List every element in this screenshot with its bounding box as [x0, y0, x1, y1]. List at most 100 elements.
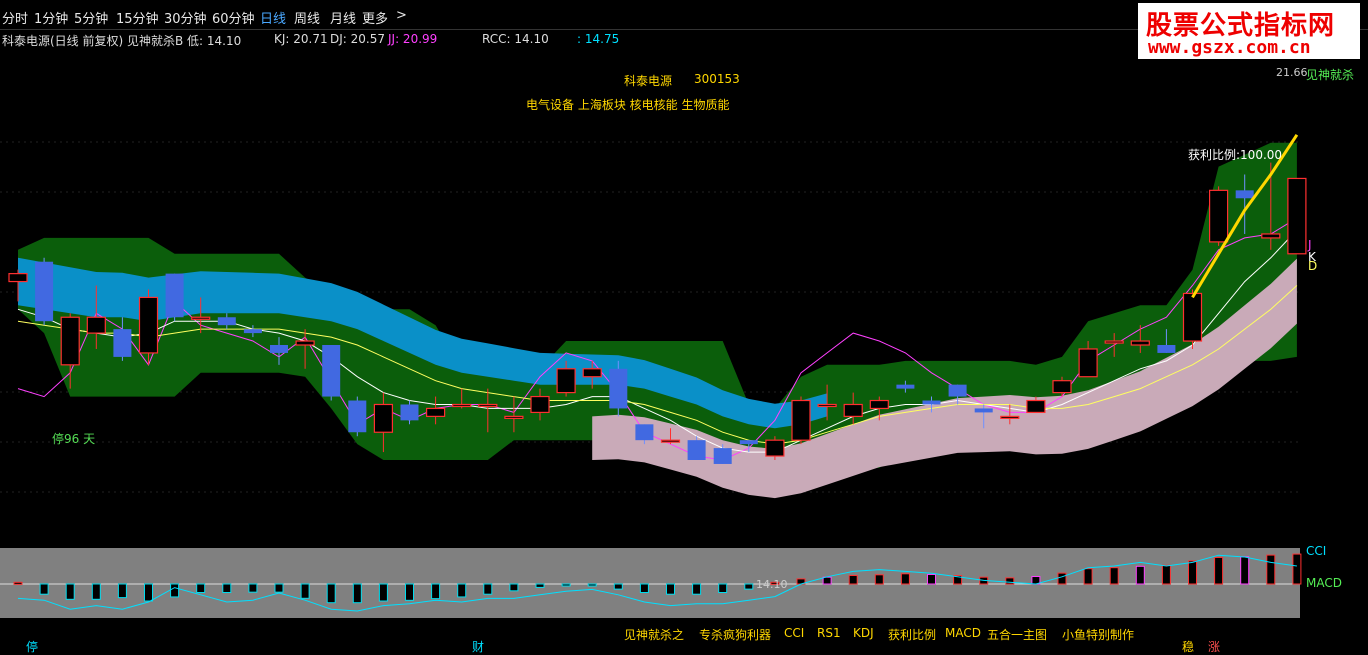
extra-value: : 14.75	[577, 32, 620, 46]
candle-body-42	[1104, 340, 1124, 344]
candle-body-11	[295, 340, 315, 346]
macd-bar-17	[457, 583, 467, 598]
period-tab-5[interactable]: 60分钟	[212, 8, 255, 27]
macd-bar-31	[822, 576, 832, 585]
macd-bar-8	[222, 583, 232, 593]
legend-item-8[interactable]: 小鱼特别制作	[1062, 626, 1134, 643]
candle-body-31	[817, 403, 837, 408]
cci-label: CCI	[1306, 544, 1327, 558]
candle-body-36	[948, 384, 967, 397]
jj-value: JJ: 20.99	[388, 32, 438, 46]
period-tab-1[interactable]: 1分钟	[34, 8, 68, 27]
macd-bar-41	[1083, 568, 1093, 585]
candle-body-38	[1000, 415, 1020, 419]
low-price-label: 14.10	[756, 578, 788, 591]
legend-item-5[interactable]: 获利比例	[888, 626, 936, 643]
candle-body-35	[922, 400, 941, 405]
period-tab-8[interactable]: 月线	[330, 8, 356, 27]
candle-body-27	[713, 448, 732, 464]
candle-body-1	[35, 261, 54, 322]
macd-bar-49	[1292, 553, 1302, 585]
macd-bar-3	[91, 583, 101, 600]
candle-body-5	[138, 296, 159, 354]
macd-bar-15	[405, 583, 414, 601]
candle-body-3	[86, 316, 106, 334]
legend-item-0[interactable]: 见神就杀之	[624, 626, 684, 643]
candle-body-17	[452, 403, 472, 408]
candle-body-8	[217, 317, 236, 326]
legend-item-7[interactable]: 五合一主图	[987, 626, 1047, 643]
period-tab-4[interactable]: 30分钟	[164, 8, 207, 27]
candle-body-18	[478, 403, 498, 408]
macd-bar-43	[1135, 565, 1145, 585]
candle-body-37	[974, 408, 993, 413]
candle-body-23	[609, 368, 628, 409]
bottom-cai-marker: 财	[472, 640, 485, 654]
candle-body-44	[1157, 345, 1176, 353]
bottom-ting-marker: 停	[26, 640, 39, 654]
candle-body-19	[504, 415, 524, 419]
macd-bar-48	[1266, 554, 1276, 585]
candle-body-43	[1130, 340, 1150, 346]
candle-body-21	[556, 368, 576, 394]
profit-ratio-label: 获利比例:100.00	[1188, 148, 1283, 162]
candle-body-15	[400, 404, 419, 421]
macd-bar-20	[535, 583, 545, 588]
macd-bar-27	[718, 583, 728, 593]
macd-bar-42	[1109, 567, 1119, 585]
info-title: 科泰电源(日线 前复权) 见神就杀B 低: 14.10	[2, 34, 242, 48]
candle-body-39	[1026, 399, 1046, 414]
macd-bar-6	[170, 583, 180, 598]
more-arrow-icon[interactable]: >	[396, 8, 407, 23]
bottom-zhang-marker: 涨	[1208, 640, 1221, 654]
macd-bar-16	[431, 583, 441, 600]
macd-bar-44	[1161, 564, 1171, 585]
bottom-wen-marker: 稳	[1182, 640, 1195, 654]
macd-bar-1	[39, 583, 49, 595]
period-tab-9[interactable]: 更多	[362, 8, 388, 27]
candle-body-20	[530, 395, 550, 414]
macd-bar-34	[900, 573, 910, 585]
period-tab-3[interactable]: 15分钟	[116, 8, 159, 27]
macd-bar-18	[483, 583, 493, 595]
candle-body-47	[1235, 190, 1254, 199]
period-tab-6[interactable]: 日线	[260, 8, 286, 27]
macd-bar-35	[927, 573, 936, 585]
macd-bar-22	[587, 583, 597, 587]
sub-panel-background	[0, 548, 1300, 618]
macd-bar-23	[613, 583, 623, 590]
candle-body-34	[896, 384, 915, 389]
candle-body-9	[243, 329, 262, 334]
macd-bar-46	[1214, 556, 1224, 585]
macd-bar-25	[666, 583, 675, 595]
candle-body-4	[113, 329, 132, 357]
macd-bar-19	[509, 583, 519, 592]
ting-annotation: 停96 天	[52, 432, 96, 446]
legend-item-3[interactable]: RS1	[817, 626, 841, 640]
macd-bar-33	[874, 574, 884, 585]
candle-body-48	[1261, 233, 1281, 239]
legend-item-6[interactable]: MACD	[945, 626, 981, 640]
period-tab-7[interactable]: 周线	[294, 8, 320, 27]
legend-item-4[interactable]: KDJ	[853, 626, 874, 640]
macd-bar-11	[300, 583, 310, 599]
macd-bar-9	[248, 583, 258, 593]
indicator-legend: 见神就杀之 专杀疯狗利器 CCI RS1 KDJ 获利比例 MACD 五合一主图 小鱼特别制作	[0, 626, 1368, 646]
macd-bar-12	[326, 583, 336, 604]
macd-bar-40	[1057, 572, 1067, 585]
stock-chart[interactable]	[0, 50, 1368, 626]
candle-body-16	[426, 407, 446, 417]
stock-sectors: 电气设备 上海板块 核电核能 生物质能	[526, 98, 730, 112]
legend-item-1[interactable]: 专杀疯狗利器	[699, 626, 771, 643]
macd-bar-2	[65, 583, 75, 600]
period-tab-0[interactable]: 分时	[2, 8, 28, 27]
candle-body-41	[1078, 348, 1098, 378]
macd-bar-10	[274, 583, 284, 593]
rcc-value: RCC: 14.10	[482, 32, 549, 46]
candle-body-6	[165, 273, 184, 318]
period-tab-2[interactable]: 5分钟	[74, 8, 108, 27]
legend-item-2[interactable]: CCI	[784, 626, 804, 640]
macd-bar-45	[1188, 560, 1197, 585]
macd-bar-38	[1005, 577, 1015, 585]
macd-bar-24	[639, 583, 649, 593]
